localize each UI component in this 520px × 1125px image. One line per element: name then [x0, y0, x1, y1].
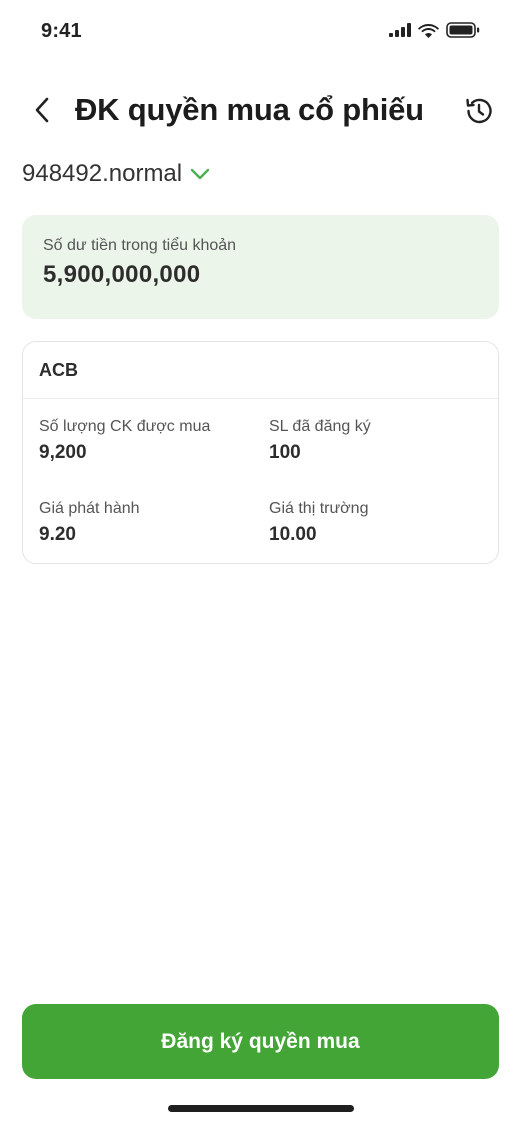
- history-icon: [466, 98, 492, 124]
- status-icons: [389, 22, 480, 38]
- history-button[interactable]: [460, 92, 498, 130]
- field-purchasable-quantity: Số lượng CK được mua 9,200: [39, 418, 210, 464]
- register-purchase-button[interactable]: Đăng ký quyền mua: [22, 1004, 499, 1079]
- field-value: 9.20: [39, 524, 76, 545]
- chevron-down-icon: [190, 168, 210, 180]
- field-market-price: Giá thị trường 10.00: [269, 500, 368, 546]
- field-issue-price: Giá phát hành 9.20: [39, 500, 140, 546]
- status-time: 9:41: [41, 20, 82, 42]
- stock-rights-card: ACB Số lượng CK được mua 9,200 SL đã đăn…: [22, 341, 499, 564]
- page-title: ĐK quyền mua cổ phiếu: [75, 92, 424, 127]
- header: ĐK quyền mua cổ phiếu: [0, 84, 520, 138]
- status-bar: 9:41: [0, 0, 520, 62]
- balance-value: 5,900,000,000: [43, 261, 201, 288]
- back-button[interactable]: [24, 92, 60, 128]
- battery-icon: [446, 22, 480, 38]
- stock-code: ACB: [39, 360, 78, 380]
- field-label: Giá phát hành: [39, 500, 140, 517]
- field-label: Giá thị trường: [269, 500, 369, 517]
- home-indicator: [168, 1105, 354, 1112]
- chevron-left-icon: [35, 97, 49, 123]
- balance-card: Số dư tiền trong tiểu khoản 5,900,000,00…: [22, 215, 499, 319]
- cellular-signal-icon: [389, 23, 411, 37]
- field-value: 10.00: [269, 524, 317, 545]
- field-label: SL đã đăng ký: [269, 418, 371, 435]
- account-id: 948492.normal: [22, 160, 183, 187]
- field-registered-quantity: SL đã đăng ký 100: [269, 418, 371, 464]
- card-divider: [23, 398, 498, 399]
- field-value: 100: [269, 442, 301, 463]
- field-value: 9,200: [39, 442, 87, 463]
- wifi-icon: [418, 23, 439, 38]
- field-label: Số lượng CK được mua: [39, 418, 211, 435]
- balance-label: Số dư tiền trong tiểu khoản: [43, 237, 237, 254]
- account-selector[interactable]: 948492.normal: [22, 160, 210, 188]
